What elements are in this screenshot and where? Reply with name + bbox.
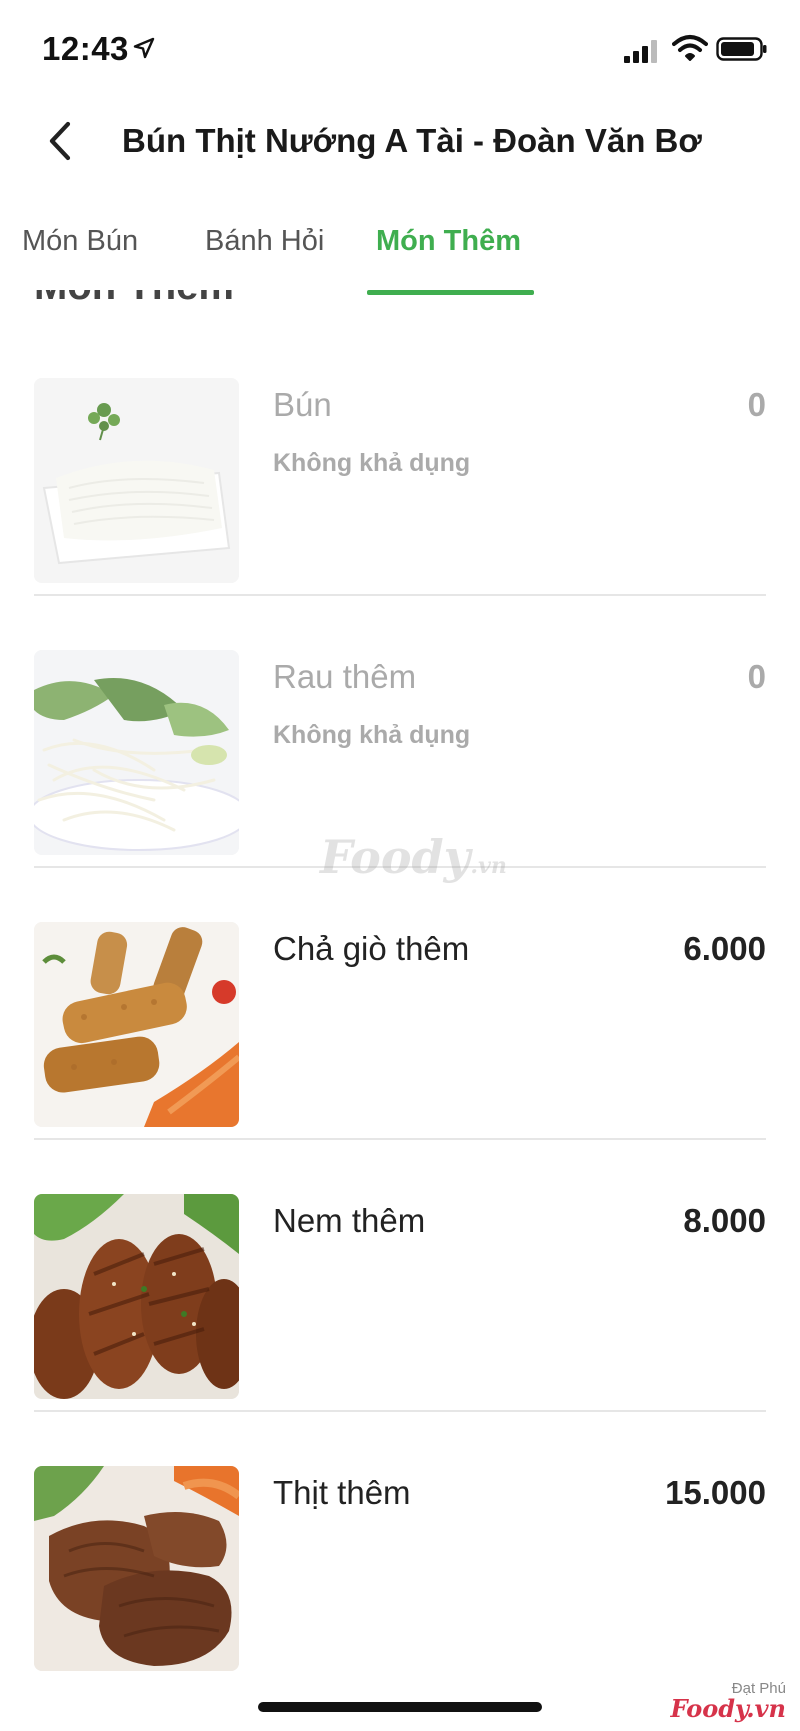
- watermark-suffix: .vn: [470, 853, 507, 879]
- divider: [34, 1410, 766, 1412]
- home-indicator[interactable]: [258, 1702, 542, 1712]
- page-title: Bún Thịt Nướng A Tài - Đoàn Văn Bơ: [122, 122, 702, 159]
- header: Bún Thịt Nướng A Tài - Đoàn Văn Bơ: [0, 100, 800, 190]
- status-time: 12:43: [42, 30, 129, 67]
- item-price: 0: [747, 658, 766, 695]
- item-status: Không khả dụng: [273, 721, 471, 749]
- menu-item[interactable]: Nem thêm 8.000: [34, 1172, 766, 1444]
- tab-banh-hoi[interactable]: Bánh Hỏi: [205, 225, 324, 258]
- signal-icon: [624, 40, 657, 63]
- item-name: Rau thêm: [273, 658, 417, 695]
- chevron-left-icon: [49, 121, 71, 161]
- item-name: Chả giò thêm: [273, 930, 470, 967]
- item-price: 0: [747, 386, 766, 423]
- location-arrow-icon: [133, 37, 155, 59]
- tab-mon-bun[interactable]: Món Bún: [22, 225, 138, 258]
- category-tabs: Món Bún Bánh Hỏi Món Thêm: [0, 205, 800, 297]
- item-name: Nem thêm: [273, 1202, 426, 1239]
- item-thumbnail-bun: [34, 378, 239, 583]
- menu-item[interactable]: Bún Không khả dụng 0: [34, 356, 766, 628]
- divider: [34, 1138, 766, 1140]
- item-thumbnail-cha-gio: [34, 922, 239, 1127]
- watermark-corner-brand: Foody.vn: [670, 1694, 786, 1723]
- menu-item[interactable]: Chả giò thêm 6.000: [34, 900, 766, 1172]
- item-price: 15.000: [665, 1474, 766, 1511]
- item-thumbnail-nem: [34, 1194, 239, 1399]
- tab-mon-them[interactable]: Món Thêm: [376, 225, 521, 258]
- item-status: Không khả dụng: [273, 449, 471, 477]
- section-heading-clip: Món Thêm: [0, 290, 800, 312]
- watermark-brand: Foody: [320, 830, 471, 884]
- item-name: Thịt thêm: [273, 1474, 411, 1511]
- section-heading: Món Thêm: [34, 290, 234, 309]
- item-thumbnail-rau-them: [34, 650, 239, 855]
- back-button[interactable]: [36, 116, 86, 166]
- divider: [34, 594, 766, 596]
- status-bar: 12:43: [0, 0, 800, 100]
- wifi-icon: [672, 35, 708, 61]
- item-thumbnail-thit: [34, 1466, 239, 1671]
- menu-item[interactable]: Thịt thêm 15.000: [34, 1444, 766, 1716]
- watermark-corner: Đạt Phú Foody.vn: [671, 1680, 786, 1721]
- item-name: Bún: [273, 386, 332, 423]
- item-price: 8.000: [683, 1202, 766, 1239]
- item-price: 6.000: [683, 930, 766, 967]
- watermark-center: Foody.vn: [320, 830, 507, 884]
- battery-icon: [716, 37, 767, 61]
